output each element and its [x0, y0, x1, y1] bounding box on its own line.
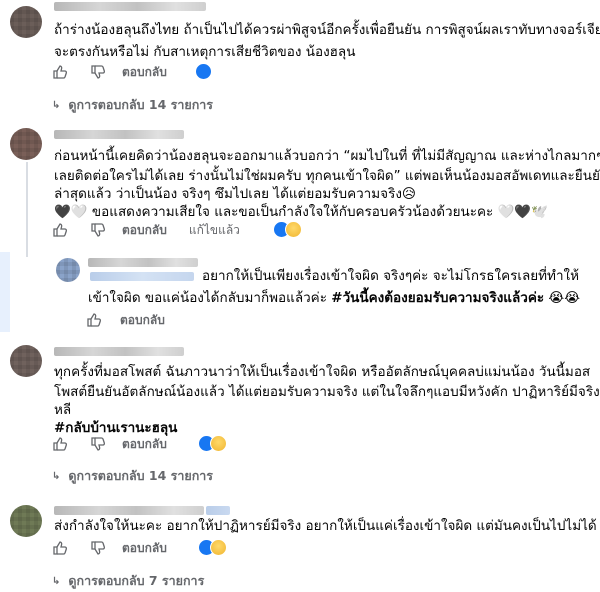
comment-text-line: ทุกครั้งที่มอสโพสต์ ฉันภาวนาว่าให้เป็นเร… — [54, 364, 591, 380]
avatar[interactable] — [56, 258, 80, 282]
sad-reaction-icon — [210, 539, 227, 556]
view-replies-link[interactable]: ↳ ดูการตอบกลับ 7 รายการ — [52, 571, 204, 591]
comment-actions: ตอบกลับ แก้ไขแล้ว — [52, 220, 240, 240]
sad-reaction-icon — [210, 435, 227, 452]
avatar[interactable] — [10, 505, 42, 537]
view-replies-label: ดูการตอบกลับ 14 รายการ — [68, 468, 213, 483]
dislike-icon[interactable] — [90, 540, 106, 556]
view-replies-label: ดูการตอบกลับ 7 รายการ — [68, 573, 205, 588]
view-replies-link[interactable]: ↳ ดูการตอบกลับ 14 รายการ — [52, 466, 213, 486]
comment-text-line: โพสต์ยืนยันอัตลักษณ์น้องแล้ว ได้แต่ยอมรั… — [54, 384, 600, 400]
view-replies-link[interactable]: ↳ ดูการตอบกลับ 14 รายการ — [52, 95, 213, 115]
comment-text-line: จะตรงกันหรือไม่ กับสาเหตุการเสียชีวิตของ… — [54, 44, 356, 60]
avatar[interactable] — [10, 128, 42, 160]
reply-button[interactable]: ตอบกลับ — [122, 539, 167, 558]
like-icon[interactable] — [52, 436, 68, 452]
commenter-name[interactable] — [54, 347, 184, 356]
avatar[interactable] — [10, 345, 42, 377]
like-icon[interactable] — [86, 312, 102, 328]
comment-text-line: ถ้าร่างน้องฮลุนถึงไทย ถ้าเป็นไปได้ควรผ่า… — [54, 22, 600, 38]
reply-button[interactable]: ตอบกลับ — [120, 311, 165, 330]
comment-actions: ตอบกลับ — [52, 434, 167, 454]
comment-text-line: ก่อนหน้านี้เคยคิดว่าน้องฮลุนจะออกมาแล้วบ… — [54, 148, 600, 164]
commenter-name[interactable] — [54, 2, 206, 11]
comment-text-fragment: เข้าใจผิด ขอแค่น้องได้กลับมาก็พอแล้วค่ะ — [88, 290, 332, 306]
like-icon[interactable] — [52, 64, 68, 80]
hashtag-link[interactable]: #วันนี้คงต้องยอมรับความจริงแล้วค่ะ — [331, 290, 544, 306]
avatar[interactable] — [10, 6, 42, 38]
reply-button[interactable]: ตอบกลับ — [122, 63, 167, 82]
dislike-icon[interactable] — [90, 222, 106, 238]
commenter-name[interactable] — [54, 506, 204, 515]
comment-actions: ตอบกลับ — [86, 310, 165, 330]
comment-text-line: เข้าใจผิด ขอแค่น้องได้กลับมาก็พอแล้วค่ะ … — [88, 288, 580, 309]
reaction-summary[interactable] — [195, 63, 212, 80]
dislike-icon[interactable] — [90, 436, 106, 452]
view-replies-label: ดูการตอบกลับ 14 รายการ — [68, 97, 213, 112]
comment-text-line: ส่งกำลังใจให้นะคะ อยากให้ปาฏิหารย์มีจริง… — [54, 518, 597, 534]
comment-text-line: อยากให้เป็นเพียงเรื่องเข้าใจผิด จริงๆค่ะ… — [202, 268, 580, 284]
hashtag-emoji: 😭😭 — [548, 290, 580, 306]
reaction-summary[interactable] — [198, 539, 227, 556]
reaction-summary[interactable] — [273, 221, 302, 238]
comment-actions: ตอบกลับ — [52, 62, 167, 82]
reply-button[interactable]: ตอบกลับ — [122, 435, 167, 454]
commenter-name[interactable] — [88, 258, 198, 267]
reply-arrow-icon: ↳ — [52, 575, 61, 587]
reply-arrow-icon: ↳ — [52, 470, 61, 482]
thread-line — [26, 162, 28, 257]
reply-highlight-bar — [0, 252, 10, 332]
sad-reaction-icon — [285, 221, 302, 238]
like-reaction-icon — [195, 63, 212, 80]
reaction-summary[interactable] — [198, 435, 227, 452]
reply-button[interactable]: ตอบกลับ — [122, 221, 167, 240]
like-icon[interactable] — [52, 222, 68, 238]
reply-arrow-icon: ↳ — [52, 99, 61, 111]
edited-label[interactable]: แก้ไขแล้ว — [189, 221, 240, 240]
commenter-name-secondary[interactable] — [90, 272, 194, 281]
commenter-name[interactable] — [54, 130, 184, 139]
like-icon[interactable] — [52, 540, 68, 556]
commenter-name-secondary[interactable] — [206, 506, 230, 515]
comment-actions: ตอบกลับ — [52, 538, 167, 558]
dislike-icon[interactable] — [90, 64, 106, 80]
